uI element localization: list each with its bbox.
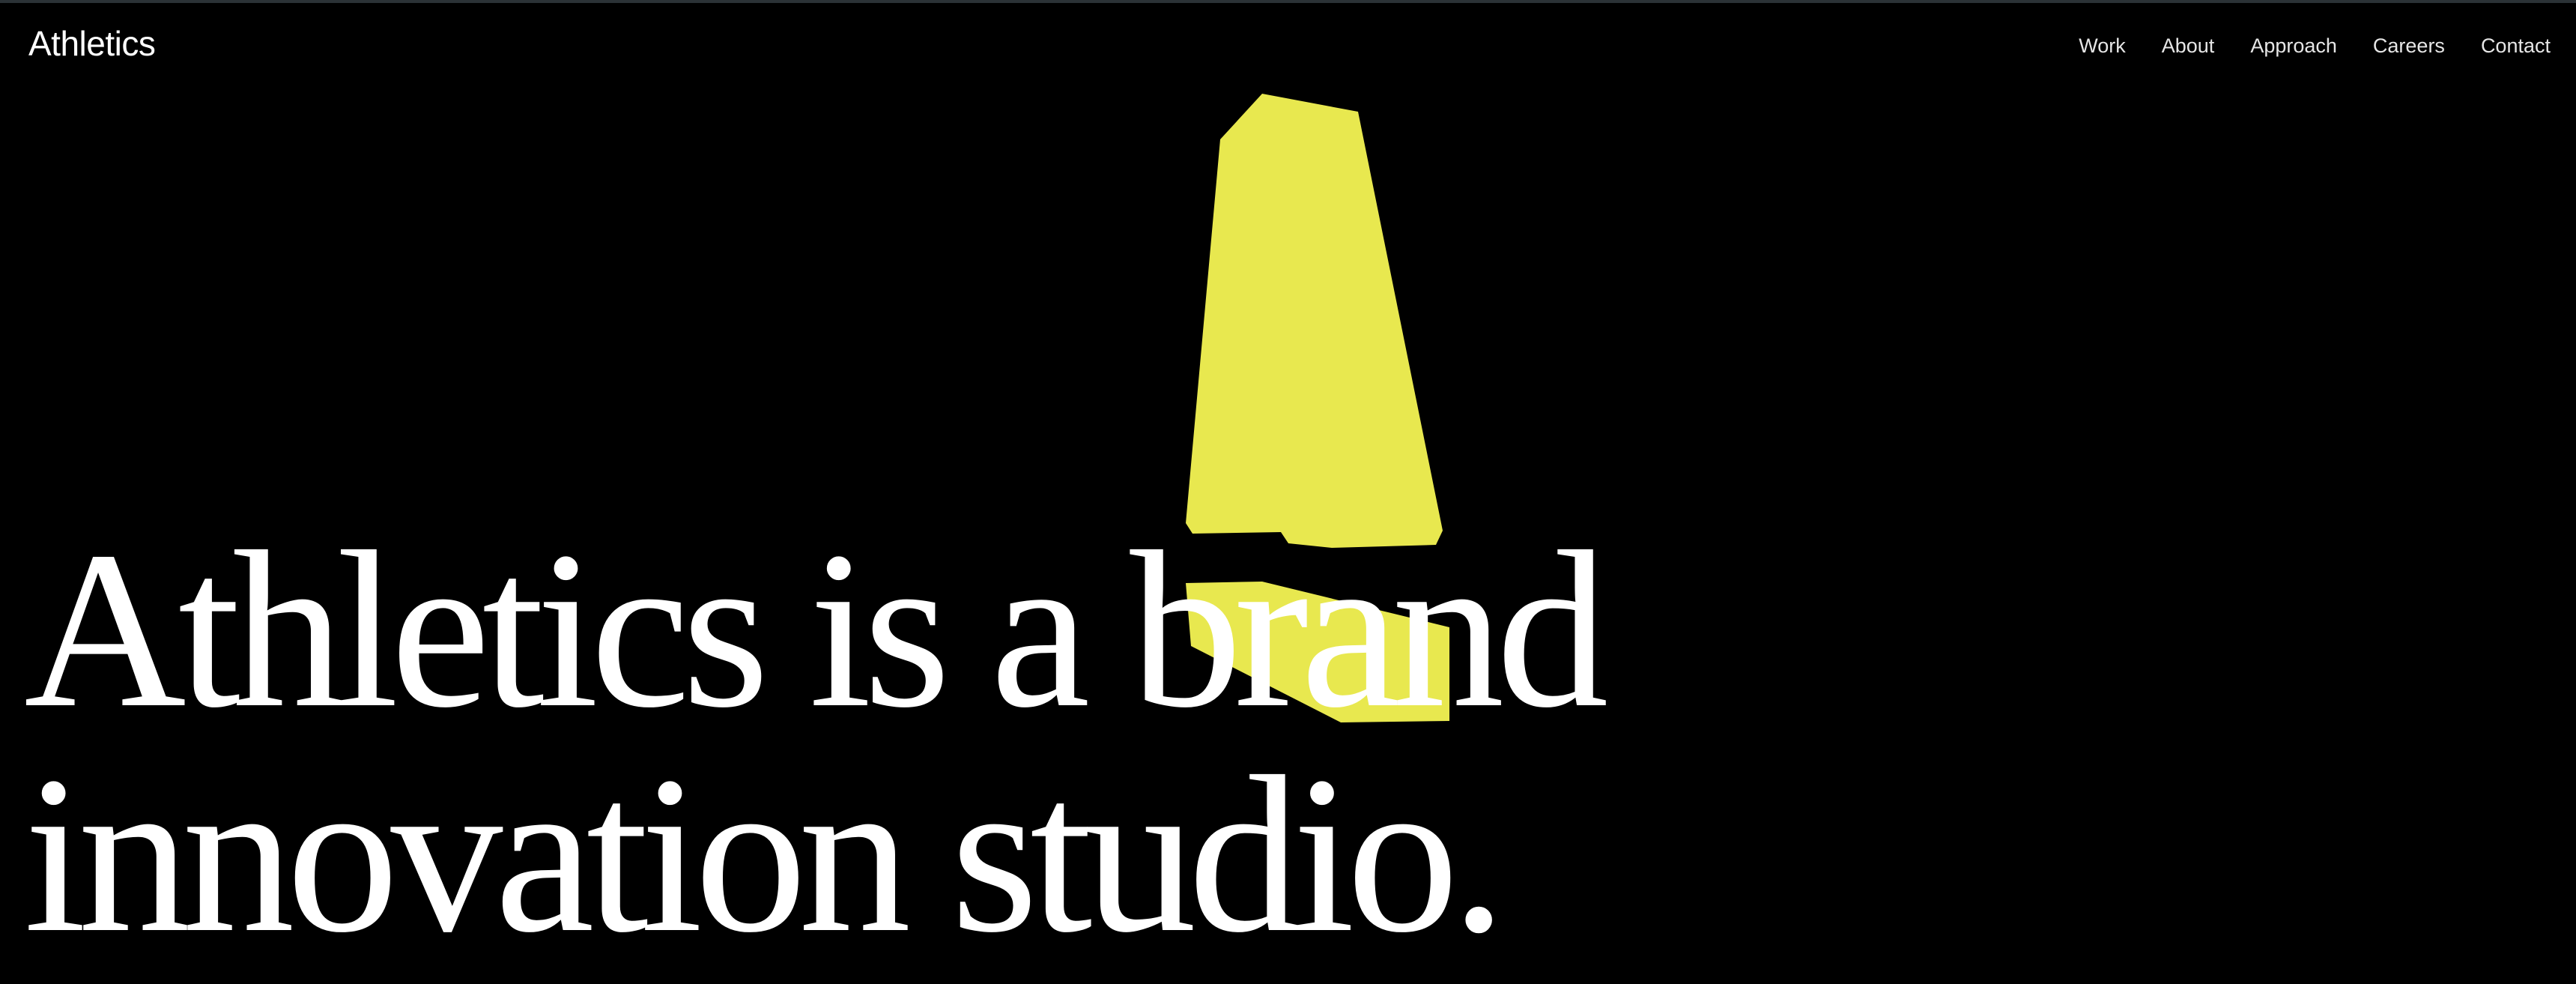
- shape-upper-block: [1186, 94, 1443, 548]
- headline-line-2: innovation studio.: [24, 730, 1507, 979]
- hero-headline: Athletics is a brand innovation studio.: [24, 505, 1608, 979]
- headline-line-1: Athletics is a brand: [24, 505, 1608, 754]
